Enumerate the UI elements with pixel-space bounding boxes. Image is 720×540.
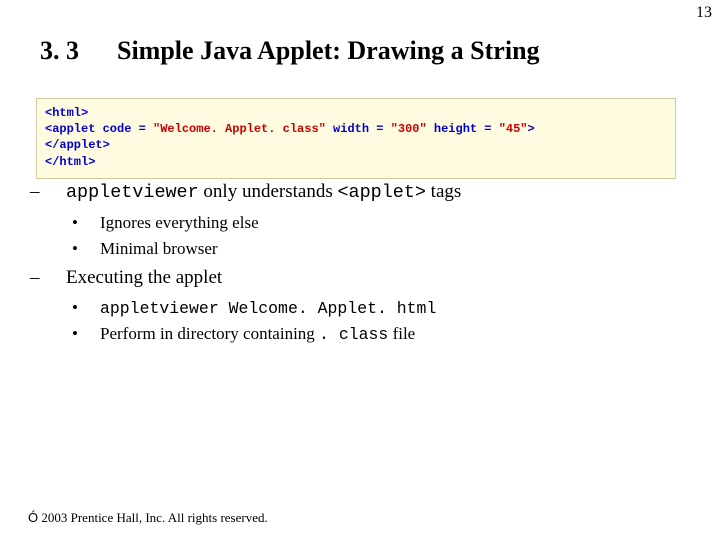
code-line-2-str2: "300"	[391, 122, 427, 136]
bullet-2-2-code: . class	[319, 325, 388, 344]
bullet-1-code-1: appletviewer	[66, 182, 199, 203]
code-line-2-end: >	[528, 122, 535, 136]
footer-text: 2003 Prentice Hall, Inc. All rights rese…	[41, 510, 267, 525]
bullet-2-2-text-b: file	[388, 324, 415, 343]
bullet-1-text: only understands	[199, 181, 338, 202]
content-area: –appletviewer only understands <applet> …	[36, 176, 684, 349]
code-line-3: </applet>	[45, 138, 110, 152]
code-line-4: </html>	[45, 155, 95, 169]
bullet-icon: •	[86, 237, 100, 262]
code-block: <html> <applet code = "Welcome. Applet. …	[36, 98, 676, 179]
code-line-2c: height =	[427, 122, 499, 136]
code-line-2-str1: "Welcome. Applet. class"	[153, 122, 326, 136]
bullet-icon: •	[86, 211, 100, 236]
code-line-2b: width =	[326, 122, 391, 136]
bullet-1-code-2: <applet>	[337, 182, 425, 203]
bullet-1-1-text: Ignores everything else	[100, 213, 259, 232]
heading-number: 3. 3	[40, 36, 79, 66]
bullet-2-1: •appletviewer Welcome. Applet. html	[36, 296, 684, 321]
bullet-icon: •	[86, 296, 100, 321]
heading-title: Simple Java Applet: Drawing a String	[117, 36, 540, 65]
bullet-1-2-text: Minimal browser	[100, 239, 218, 258]
copyright-icon: Ó	[28, 510, 38, 525]
bullet-1-1: •Ignores everything else	[36, 211, 684, 236]
bullet-2-1-code: appletviewer Welcome. Applet. html	[100, 299, 436, 318]
bullet-1-2: •Minimal browser	[36, 237, 684, 262]
bullet-1-tail: tags	[426, 181, 461, 202]
dash-icon: –	[48, 178, 66, 206]
page-number: 13	[696, 4, 712, 22]
bullet-1: –appletviewer only understands <applet> …	[36, 178, 684, 207]
dash-icon: –	[48, 264, 66, 292]
footer: Ó 2003 Prentice Hall, Inc. All rights re…	[28, 510, 268, 526]
code-line-2a: <applet code =	[45, 122, 153, 136]
code-line-1: <html>	[45, 106, 88, 120]
code-line-2-str3: "45"	[499, 122, 528, 136]
bullet-2: –Executing the applet	[36, 264, 684, 292]
slide-heading: 3. 3 Simple Java Applet: Drawing a String	[40, 36, 680, 66]
bullet-2-2-text-a: Perform in directory containing	[100, 324, 319, 343]
bullet-icon: •	[86, 322, 100, 347]
bullet-2-text: Executing the applet	[66, 267, 222, 288]
bullet-2-2: •Perform in directory containing . class…	[36, 322, 684, 347]
